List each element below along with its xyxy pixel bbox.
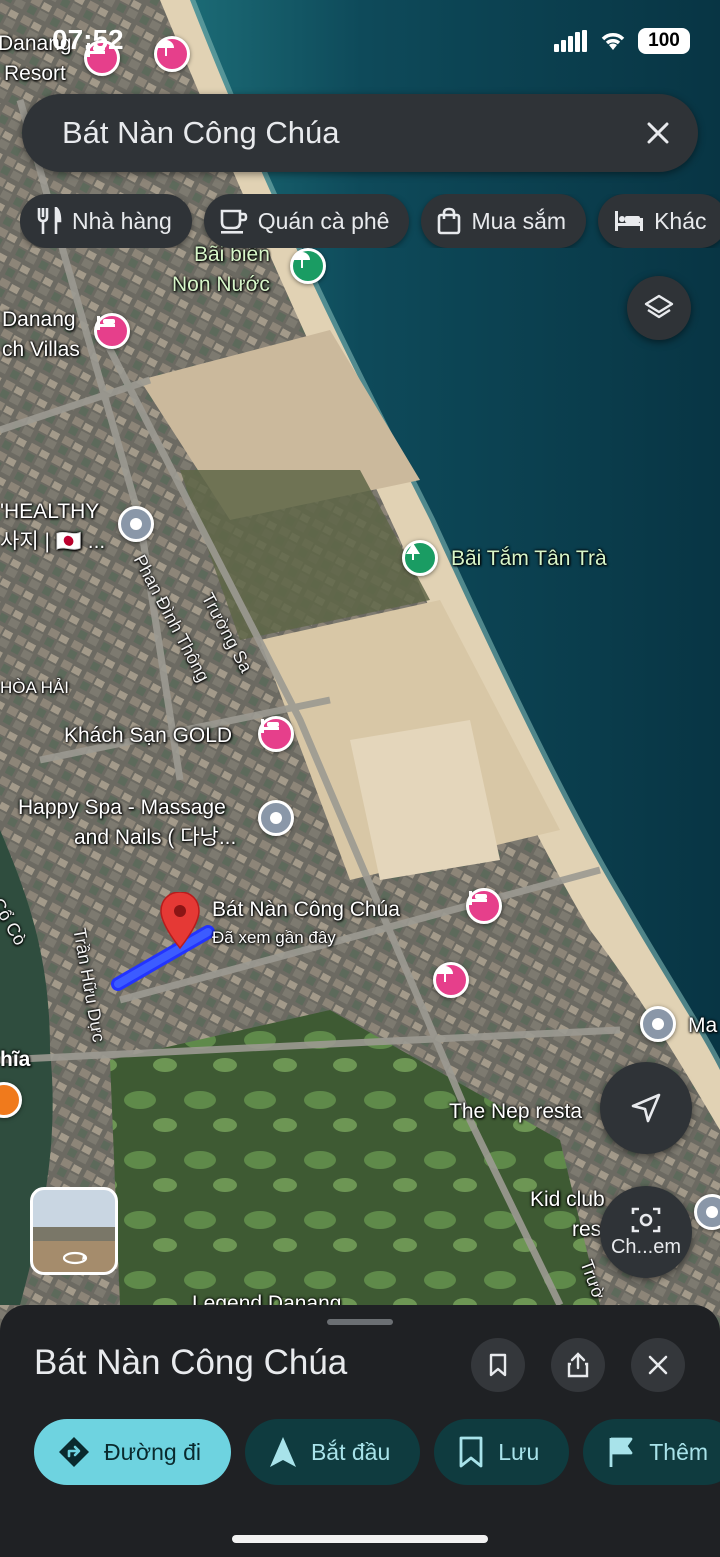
layers-button[interactable] (627, 276, 691, 340)
my-location-button[interactable] (600, 1062, 692, 1154)
poi-pin-healthy[interactable] (118, 506, 154, 542)
shopping-bag-icon (438, 207, 461, 235)
share-button[interactable] (551, 1338, 605, 1392)
start-label: Bắt đầu (310, 1438, 391, 1465)
hotel-icon (97, 316, 115, 330)
directions-label: Đường đi (104, 1438, 201, 1465)
place-bottom-sheet[interactable]: Bát Nàn Công Chúa Đường đi Bắt đầu Lưu T… (0, 1305, 720, 1557)
layers-icon (644, 294, 674, 319)
chip-shopping[interactable]: Mua sắm (421, 194, 587, 248)
clear-search-button[interactable] (628, 103, 688, 163)
restaurant-icon (37, 207, 62, 234)
chip-hotels[interactable]: Khác (598, 194, 720, 248)
wifi-icon (601, 33, 625, 50)
close-icon (648, 1355, 668, 1375)
map-label-kid-club: Kid club (530, 1188, 605, 1211)
dot-icon (652, 1018, 664, 1030)
chip-label: Quán cà phê (257, 207, 390, 234)
poi-pin-spa[interactable] (258, 800, 294, 836)
tree-icon (406, 543, 420, 560)
map-label-hia: hĩa (0, 1048, 31, 1071)
camera-icon (631, 1207, 661, 1232)
chip-label: Nhà hàng (72, 207, 172, 234)
close-icon (647, 122, 669, 144)
street-view-thumbnail[interactable] (30, 1187, 118, 1275)
map-label-healthy-2: 사지 | 🇯🇵 ... (0, 530, 106, 553)
cellular-signal-icon (554, 30, 587, 52)
lens-search-button[interactable]: Ch...em (600, 1186, 692, 1278)
status-icons: 100 (554, 28, 690, 54)
share-icon (567, 1352, 589, 1378)
umbrella-icon (437, 966, 453, 982)
street-view-rotate-icon (62, 1251, 88, 1265)
map-label-villas: Danang (2, 308, 76, 331)
sheet-drag-handle[interactable] (327, 1319, 393, 1325)
coffee-icon (220, 209, 248, 234)
map-label-recently-viewed: Đã xem gần đây (212, 928, 336, 947)
map-label-ma: Ma (688, 1014, 718, 1037)
save-button[interactable]: Lưu (434, 1419, 570, 1485)
start-button[interactable]: Bắt đầu (244, 1419, 421, 1485)
hotel-icon (469, 891, 487, 905)
hotel-icon (615, 211, 644, 231)
bookmark-icon (459, 1436, 483, 1468)
navigation-arrow-icon (269, 1437, 296, 1467)
more-label: Thêm (649, 1438, 709, 1465)
hotel-pin-villas[interactable] (94, 313, 130, 349)
category-chips: Nhà hàng Quán cà phê Mua sắm Khác (20, 194, 720, 248)
search-bar[interactable]: Bát Nàn Công Chúa (22, 94, 698, 172)
status-time: 07:52 (52, 24, 124, 55)
chip-label: Khác (654, 207, 707, 234)
battery-indicator: 100 (638, 28, 690, 54)
hotel-pin-east[interactable] (466, 888, 502, 924)
map-label-the-nep: The Nep resta (449, 1100, 583, 1123)
map-label-hoa-hai: HÒA HẢI (0, 678, 69, 697)
directions-icon (59, 1437, 89, 1467)
close-sheet-button[interactable] (631, 1338, 685, 1392)
status-bar: 07:52 100 (0, 0, 720, 80)
dot-icon (706, 1206, 718, 1218)
hotel-pin-gold[interactable] (258, 716, 294, 752)
bookmark-icon (489, 1353, 507, 1377)
beach-umbrella-pin-2[interactable] (433, 962, 469, 998)
selected-place-marker[interactable] (160, 892, 200, 950)
map-label-happy-spa-2: and Nails ( 다낭... (74, 826, 237, 849)
map-label-gold-hotel: Khách Sạn GOLD (64, 724, 233, 747)
save-label: Lưu (498, 1438, 540, 1465)
place-actions: Đường đi Bắt đầu Lưu Thêm (34, 1419, 720, 1485)
lens-chip-label: Ch...em (610, 1235, 682, 1258)
dot-icon (270, 812, 282, 824)
chip-restaurants[interactable]: Nhà hàng (20, 194, 192, 248)
map-label-villas-2: ch Villas (2, 338, 80, 361)
navigation-arrow-icon (631, 1093, 661, 1123)
home-indicator[interactable] (232, 1535, 488, 1543)
map-label-place-name: Bát Nàn Công Chúa (212, 898, 400, 921)
dot-icon (130, 518, 142, 530)
map-label-non-nuoc: Non Nước (172, 273, 270, 296)
directions-button[interactable]: Đường đi (34, 1419, 231, 1485)
fork-knife-icon (0, 1085, 1, 1103)
park-pin-tan-tra[interactable] (402, 540, 438, 576)
map-label-healthy: 'HEALTHY (0, 500, 100, 523)
poi-pin-ma[interactable] (640, 1006, 676, 1042)
chip-coffee[interactable]: Quán cà phê (203, 194, 410, 248)
flag-icon (609, 1437, 633, 1467)
beach-pin-non-nuoc[interactable] (290, 248, 326, 284)
save-place-button[interactable] (471, 1338, 525, 1392)
chip-label: Mua sắm (471, 207, 567, 234)
place-title: Bát Nàn Công Chúa (34, 1343, 348, 1382)
more-button[interactable]: Thêm (583, 1419, 720, 1485)
map-label-tan-tra: Bãi Tắm Tân Trà (451, 547, 607, 570)
map-label-happy-spa: Happy Spa - Massage (18, 796, 226, 819)
umbrella-icon (294, 252, 310, 268)
search-query[interactable]: Bát Nàn Công Chúa (62, 115, 628, 151)
hotel-icon (261, 719, 279, 733)
